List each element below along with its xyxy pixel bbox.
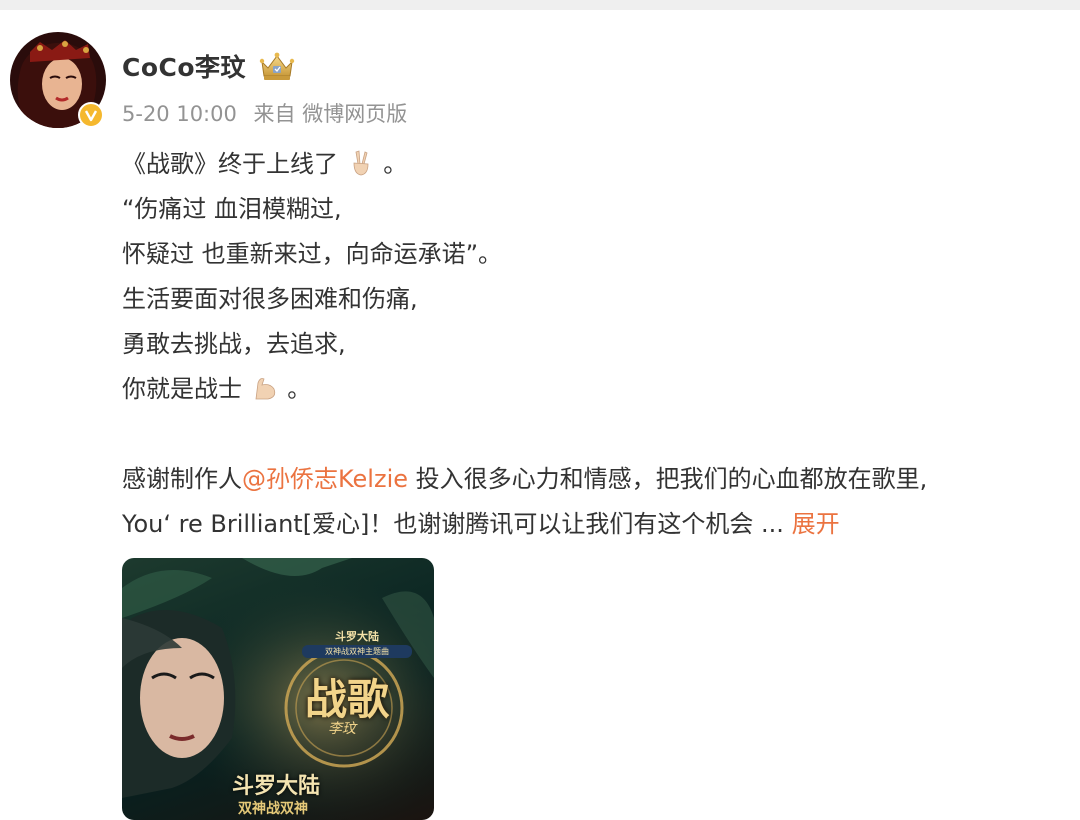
post-meta: 5-20 10:00 来自 微博网页版 [122,98,417,128]
top-divider-bar [0,0,1080,10]
content-text: 《战歌》终于上线了 [122,150,338,178]
content-line-4: 生活要面对很多困难和伤痛, [122,285,418,313]
post-image-poster[interactable]: 斗罗大陆 双神战双神主题曲 战歌 李玟 斗罗大陆 双神战双神 [122,558,434,820]
poster-singer: 李玟 [328,721,356,737]
verified-badge-icon [78,102,104,128]
victory-hand-emoji-icon [346,148,376,178]
mention-link[interactable]: @孙侨志Kelzie [242,465,408,493]
content-text: 你就是战士 [122,375,242,403]
content-text: 。 [383,150,408,178]
content-line-8: You‘ re Brilliant[爱心]！也谢谢腾讯可以让我们有这个机会 ..… [122,502,1072,547]
content-line-1: 《战歌》终于上线了 。 [122,142,1072,187]
poster-badge: 斗罗大陆 双神战双神主题曲 [302,628,412,658]
ellipsis: ... [753,510,784,538]
content-line-5: 勇敢去挑战，去追求, [122,330,346,358]
poster-series-sub: 双神战双神 [238,801,308,817]
content-line-3: 怀疑过 也重新来过，向命运承诺”。 [122,240,503,268]
poster-series-logo: 斗罗大陆 [232,773,321,799]
content-text: 感谢制作人 [122,465,242,493]
content-text: 投入很多心力和情感，把我们的心血都放在歌里, [408,465,928,493]
content-line-7: 感谢制作人@孙侨志Kelzie 投入很多心力和情感，把我们的心血都放在歌里, [122,457,1072,502]
flexed-biceps-emoji-icon [250,373,280,403]
user-avatar[interactable] [10,32,106,128]
content-text: You‘ re Brilliant[爱心]！也谢谢腾讯可以让我们有这个机会 [122,510,754,538]
expand-link[interactable]: 展开 [792,510,840,538]
content-text: 。 [287,375,312,403]
post-time[interactable]: 5-20 10:00 [122,102,237,126]
username-link[interactable]: CoCo李玟 [122,48,246,84]
content-line-6: 你就是战士 。 [122,367,1072,412]
poster-badge-sub: 双神战双神主题曲 [302,645,412,658]
poster-badge-top: 斗罗大陆 [335,630,379,643]
content-line-2: “伤痛过 血泪模糊过, [122,195,342,223]
post-source: 来自 微博网页版 [253,102,408,126]
crown-member-icon[interactable] [258,50,296,82]
post-content: 《战歌》终于上线了 。 “伤痛过 血泪模糊过, 怀疑过 也重新来过，向命运承诺”… [122,142,1072,547]
